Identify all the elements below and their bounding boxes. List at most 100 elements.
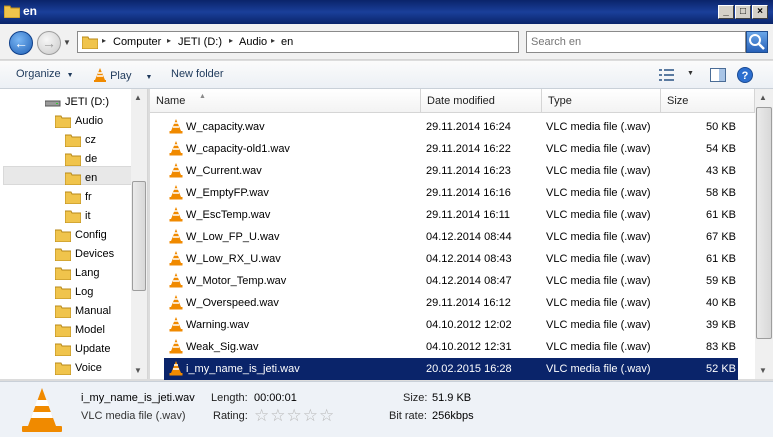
file-date: 04.12.2014 08:44 xyxy=(426,231,512,243)
file-name: W_EscTemp.wav xyxy=(186,209,271,221)
scroll-down-icon[interactable]: ▼ xyxy=(134,366,142,375)
column-header-size[interactable]: Size xyxy=(661,89,755,113)
nav-label: it xyxy=(85,210,91,222)
file-row[interactable]: Warning.wav 04.10.2012 12:02 VLC media fil… xyxy=(164,314,738,336)
vlc-cone-large-icon xyxy=(22,388,62,432)
file-row[interactable]: Weak_Sig.wav 04.10.2012 12:31 VLC media fi… xyxy=(164,336,738,358)
breadcrumb-en[interactable]: en xyxy=(281,36,293,48)
file-size: 67 KB xyxy=(706,231,736,243)
column-header-date[interactable]: Date modified xyxy=(421,89,542,113)
file-name: W_Low_RX_U.wav xyxy=(186,253,281,265)
vlc-file-icon xyxy=(169,251,183,266)
file-name: Weak_Sig.wav xyxy=(186,341,259,353)
vlc-file-icon xyxy=(169,185,183,200)
file-size: 40 KB xyxy=(706,297,736,309)
maximize-button[interactable]: □ xyxy=(735,5,751,19)
file-date: 29.11.2014 16:16 xyxy=(426,187,511,199)
file-row[interactable]: W_Overspeed.wav 29.11.2014 16:12 VLC media… xyxy=(164,292,738,314)
file-date: 29.11.2014 16:22 xyxy=(426,143,511,155)
breadcrumb-audio[interactable]: Audio xyxy=(239,36,267,48)
file-name: W_EmptyFP.wav xyxy=(186,187,269,199)
vlc-file-icon xyxy=(169,207,183,222)
play-menu[interactable]: Play ▼ xyxy=(93,68,152,82)
back-button[interactable]: ← xyxy=(9,31,33,55)
view-options-icon[interactable] xyxy=(659,69,675,81)
file-type: VLC media file (.wav) xyxy=(546,253,651,265)
help-icon[interactable]: ? xyxy=(737,67,753,83)
file-date: 04.10.2012 12:31 xyxy=(426,341,512,353)
command-bar: Organize ▼ Play ▼ New folder ▼ ? xyxy=(0,61,773,89)
rating-stars[interactable]: ☆☆☆☆☆ xyxy=(254,406,335,426)
preview-pane-icon[interactable] xyxy=(710,68,726,82)
chevron-right-icon[interactable]: ▸ xyxy=(229,36,233,45)
list-scrollbar[interactable]: ▲ ▼ xyxy=(755,89,773,379)
search-input[interactable] xyxy=(531,33,741,51)
scroll-up-icon[interactable]: ▲ xyxy=(759,93,767,102)
close-button[interactable]: × xyxy=(752,5,768,19)
forward-button[interactable]: → xyxy=(37,31,61,55)
file-date: 04.12.2014 08:47 xyxy=(426,275,512,287)
file-row[interactable]: W_EmptyFP.wav 29.11.2014 16:16 VLC media f… xyxy=(164,182,738,204)
play-label: Play xyxy=(110,70,132,82)
folder-open-icon xyxy=(55,115,71,128)
folder-icon xyxy=(82,36,98,49)
vlc-file-icon xyxy=(169,317,183,332)
folder-icon xyxy=(55,362,71,375)
file-size: 43 KB xyxy=(706,165,736,177)
vlc-file-icon xyxy=(169,163,183,178)
file-row[interactable]: W_Motor_Temp.wav 04.12.2014 08:47 VLC medi… xyxy=(164,270,738,292)
view-dropdown-icon[interactable]: ▼ xyxy=(687,70,694,77)
file-size: 50 KB xyxy=(706,121,736,133)
nav-label: Config xyxy=(75,229,107,241)
nav-scrollbar-thumb[interactable] xyxy=(132,181,146,291)
file-name: W_Current.wav xyxy=(186,165,262,177)
organize-menu[interactable]: Organize ▼ xyxy=(16,68,74,80)
minimize-button[interactable]: _ xyxy=(718,5,734,19)
svg-text:?: ? xyxy=(742,70,749,82)
search-box[interactable] xyxy=(526,31,746,53)
file-row[interactable]: i_my_name_is_jeti.wav 20.02.2015 16:28 VLC… xyxy=(164,358,738,380)
new-folder-button[interactable]: New folder xyxy=(171,68,224,80)
folder-icon xyxy=(55,229,71,242)
file-size: 39 KB xyxy=(706,319,736,331)
file-name: W_Motor_Temp.wav xyxy=(186,275,287,287)
file-name: W_capacity.wav xyxy=(186,121,265,133)
folder-icon xyxy=(65,134,81,147)
navigation-pane: JETI (D:) Audio cz de en fr it Config De… xyxy=(0,89,148,379)
scroll-down-icon[interactable]: ▼ xyxy=(759,366,767,375)
recent-pages-dropdown[interactable]: ▼ xyxy=(63,38,71,47)
address-bar[interactable]: ▸ Computer ▸ JETI (D:) ▸ Audio ▸ en ▼ ⇄ xyxy=(77,31,594,53)
search-button[interactable] xyxy=(746,31,768,53)
nav-label: Devices xyxy=(75,248,115,260)
vlc-file-icon xyxy=(169,339,183,354)
sort-ascending-icon: ▲ xyxy=(199,93,206,100)
scroll-up-icon[interactable]: ▲ xyxy=(134,93,142,102)
file-row[interactable]: W_capacity-old1.wav 29.11.2014 16:22 VLC m… xyxy=(164,138,738,160)
file-row[interactable]: W_Low_FP_U.wav 04.12.2014 08:44 VLC media … xyxy=(164,226,738,248)
breadcrumb-computer[interactable]: Computer xyxy=(113,36,161,48)
nav-label: fr xyxy=(85,191,92,203)
file-name: W_Low_FP_U.wav xyxy=(186,231,280,243)
breadcrumb-drive[interactable]: JETI (D:) xyxy=(178,36,222,48)
file-row[interactable]: W_EscTemp.wav 29.11.2014 16:11 VLC media f… xyxy=(164,204,738,226)
chevron-right-icon[interactable]: ▸ xyxy=(102,36,106,45)
column-header-name[interactable]: Name ▲ xyxy=(150,89,421,113)
nav-scrollbar[interactable]: ▲ ▼ xyxy=(131,89,147,379)
file-date: 29.11.2014 16:24 xyxy=(426,121,511,133)
column-header-type[interactable]: Type xyxy=(542,89,661,113)
file-row[interactable]: W_Current.wav 29.11.2014 16:23 VLC media f… xyxy=(164,160,738,182)
file-type: VLC media file (.wav) xyxy=(546,297,651,309)
dropdown-arrow-icon: ▼ xyxy=(145,74,153,81)
file-row[interactable]: W_capacity.wav 29.11.2014 16:24 VLC media … xyxy=(164,116,738,138)
chevron-right-icon[interactable]: ▸ xyxy=(271,36,275,45)
file-name: W_Overspeed.wav xyxy=(186,297,279,309)
nav-label: cz xyxy=(85,134,96,146)
vlc-file-icon xyxy=(169,295,183,310)
size-value: 51.9 KB xyxy=(432,392,472,404)
nav-label: Model xyxy=(75,324,105,336)
file-row[interactable]: W_Low_RX_U.wav 04.12.2014 08:43 VLC media … xyxy=(164,248,738,270)
file-date: 04.10.2012 12:02 xyxy=(426,319,512,331)
chevron-right-icon[interactable]: ▸ xyxy=(167,36,171,45)
file-size: 54 KB xyxy=(706,143,736,155)
list-scrollbar-thumb[interactable] xyxy=(756,107,772,339)
